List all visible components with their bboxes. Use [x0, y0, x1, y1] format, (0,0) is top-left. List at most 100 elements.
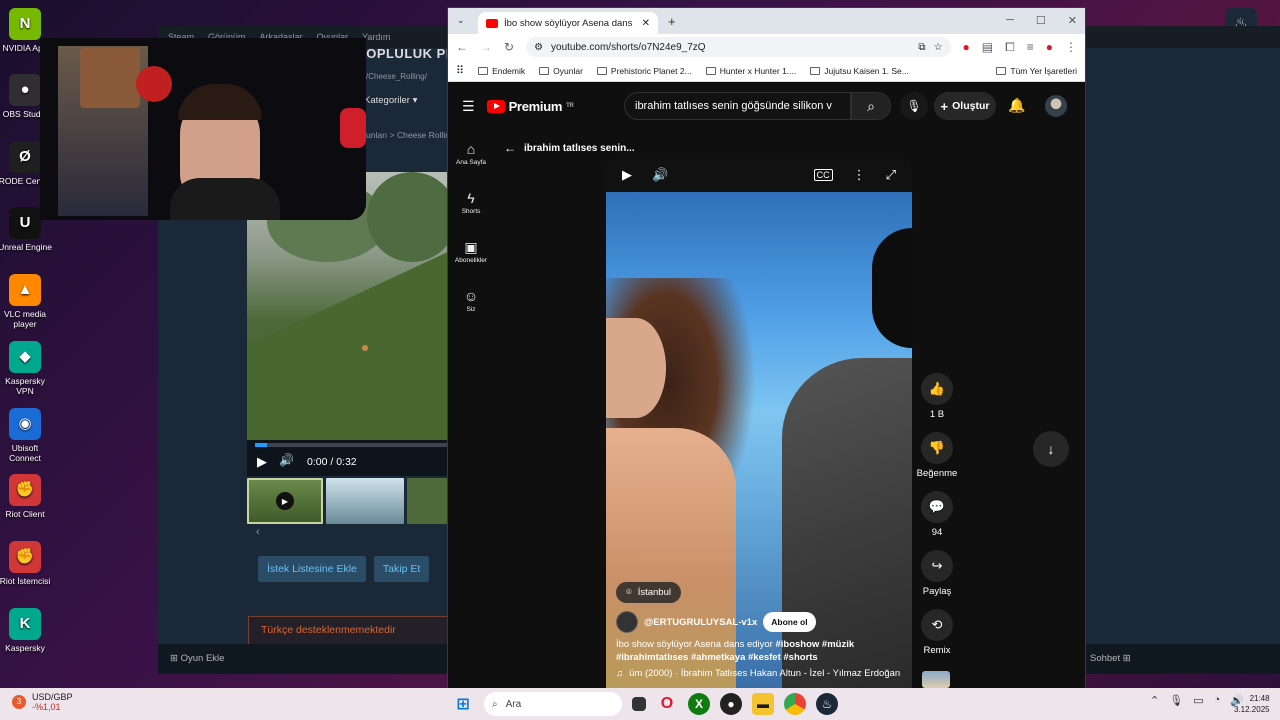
desktop-icon[interactable]: ▲ VLC media player [0, 274, 53, 329]
bookmark-item[interactable]: Oyunlar [539, 66, 583, 76]
comment-icon[interactable]: 💬 [921, 491, 953, 523]
clock[interactable]: 21:48 3.12.2025 [1234, 693, 1270, 715]
desktop-icon[interactable]: ✊ Riot İstemcisi [0, 541, 53, 586]
bookmark-item[interactable]: Hunter x Hunter 1.... [705, 66, 796, 76]
avatar[interactable] [1045, 95, 1067, 117]
short-action[interactable]: 👎 Beğenme [914, 432, 960, 491]
remix-thumbnail[interactable] [922, 671, 950, 688]
notifications-icon[interactable]: 🔔 [1008, 97, 1025, 114]
play-icon[interactable]: ▶ [622, 167, 632, 183]
hamburger-icon[interactable]: ☰ [462, 98, 475, 115]
hashtags-line-2[interactable]: #ibrahimtatlıses #ahmetkaya #kesfet #sho… [616, 652, 818, 663]
back-row[interactable]: ← ibrahim tatlıses senin... [504, 141, 635, 155]
maximize-icon[interactable]: ☐ [1036, 14, 1046, 27]
share-icon[interactable]: ↪ [921, 550, 953, 582]
profile-icon[interactable]: ● [1046, 40, 1053, 54]
chevron-left-icon[interactable]: ‹ [256, 526, 260, 538]
xbox-taskbar-icon[interactable]: X [688, 693, 710, 715]
windows-start-icon[interactable]: ⊞ [452, 693, 474, 715]
active-tab[interactable]: İbo show söylüyor Asena dans ✕ [478, 12, 658, 34]
opera-icon[interactable]: ● [963, 40, 970, 54]
like-icon[interactable]: 👍 [921, 373, 953, 405]
apps-icon[interactable]: ⠿ [456, 64, 464, 77]
media-icon[interactable]: ≡ [1027, 40, 1034, 54]
sidebar-item[interactable]: ϟ Shorts [448, 186, 494, 235]
more-icon[interactable]: ⋮ [853, 167, 866, 183]
back-arrow-icon[interactable]: ← [504, 141, 516, 155]
install-icon[interactable]: ⧉ [918, 42, 925, 53]
sidebar-item[interactable]: ▣ Abonelikler [448, 235, 494, 284]
volume-icon[interactable]: 🔊 [652, 167, 668, 183]
short-action[interactable]: ↪ Paylaş [914, 550, 960, 609]
sidebar-item[interactable]: ☺ Siz [448, 284, 494, 333]
bookmark-item[interactable]: Prehistoric Planet 2... [596, 66, 692, 76]
opera-taskbar-icon[interactable]: O [656, 693, 678, 715]
new-tab-icon[interactable]: + [668, 14, 676, 29]
voice-search-button[interactable]: 🎙 [900, 92, 928, 120]
shorts-player[interactable]: ▶ 🔊 CC ⋮ ⤢ ⌾ İstanbul @ERTUGRULUYSAL-v1x… [606, 158, 912, 688]
minimize-icon[interactable]: ─ [1006, 14, 1014, 27]
desktop-icon[interactable]: ✊ Riot Client [0, 474, 53, 519]
thumbnail-video[interactable]: ▶ [247, 478, 323, 524]
desktop-icon[interactable]: K Kaspersky [0, 608, 53, 653]
taskbar-search[interactable]: ⌕ Ara [484, 692, 622, 716]
channel-avatar[interactable] [616, 611, 638, 633]
add-game-button[interactable]: ⊞ Oyun Ekle [170, 653, 224, 664]
volume-icon[interactable]: 🔊 [279, 453, 294, 467]
steam-categories[interactable]: Kategoriler ▾ [364, 95, 417, 106]
bookmark-item[interactable]: Endemik [478, 66, 525, 76]
app-taskbar-icon[interactable]: ● [720, 693, 742, 715]
thumbnail-image[interactable] [326, 478, 404, 524]
next-short-button[interactable]: ↓ [1033, 431, 1069, 467]
steam-nav[interactable]: TOPLULUK PR [358, 46, 456, 61]
task-view-icon[interactable] [632, 697, 646, 711]
close-icon[interactable]: ✕ [1068, 14, 1077, 27]
bookmark-star-icon[interactable]: ☆ [934, 42, 943, 53]
display-icon[interactable]: ▭ [1193, 694, 1203, 707]
reload-icon[interactable]: ↻ [504, 40, 514, 54]
chat-button[interactable]: Sohbet ⊞ [1090, 653, 1131, 664]
bookmark-item[interactable]: Jujutsu Kaisen 1. Se... [810, 66, 909, 76]
short-action[interactable]: 💬 94 [914, 491, 960, 550]
steam-menu-item[interactable]: Yardım [362, 32, 390, 42]
dislike-icon[interactable]: 👎 [921, 432, 953, 464]
search-button[interactable]: ⌕ [851, 92, 891, 120]
menu-icon[interactable]: ⋮ [1065, 40, 1077, 54]
remix-icon[interactable]: ⟲ [921, 609, 953, 641]
file-explorer-icon[interactable]: ▬ [752, 693, 774, 715]
steam-progress[interactable] [255, 443, 450, 447]
mic-icon[interactable]: 🎙 [1169, 694, 1183, 707]
close-tab-icon[interactable]: ✕ [642, 18, 650, 29]
music-row[interactable]: ♫ üm (2000) · İbrahim Tatlıses Hakan Alt… [616, 668, 900, 679]
tab-search-icon[interactable]: ⌄ [457, 15, 465, 26]
search-input[interactable]: ibrahim tatlıses senin göğsünde silikon … [624, 92, 851, 120]
follow-button[interactable]: Takip Et [373, 556, 430, 582]
site-info-icon[interactable]: ⚙ [534, 42, 543, 53]
location-chip[interactable]: ⌾ İstanbul [616, 582, 681, 603]
create-button[interactable]: + Oluştur [934, 92, 996, 120]
wishlist-button[interactable]: İstek Listesine Ekle [258, 556, 366, 582]
chevron-up-icon[interactable]: ⌃ [1150, 694, 1159, 707]
back-icon[interactable]: ← [456, 40, 468, 54]
channel-name[interactable]: @ERTUGRULUYSAL-v1x [644, 617, 757, 628]
short-action[interactable]: ⟲ Remix [914, 609, 960, 668]
captions-icon[interactable]: CC [813, 169, 833, 181]
youtube-logo[interactable]: Premium TR [486, 99, 574, 114]
desktop-icon[interactable]: ◉ Ubisoft Connect [0, 408, 53, 463]
hashtags-line-1[interactable]: #iboshow #müzik [775, 639, 854, 650]
reader-icon[interactable]: ▤ [982, 40, 993, 54]
sidebar-item[interactable]: ⌂ Ana Sayfa [448, 137, 494, 186]
all-bookmarks[interactable]: Tüm Yer İşaretleri [996, 66, 1077, 76]
play-icon[interactable]: ▶ [257, 454, 267, 470]
extensions-icon[interactable]: ⧠ [1005, 40, 1015, 55]
stock-widget[interactable]: 3 USD/GBP -%1,01 [12, 692, 73, 712]
forward-icon[interactable]: → [480, 40, 492, 54]
address-bar[interactable]: ⚙ youtube.com/shorts/o7N24e9_7zQ ⧉ ☆ [526, 37, 951, 57]
fullscreen-icon[interactable]: ⤢ [886, 167, 896, 183]
chrome-taskbar-icon[interactable] [784, 693, 806, 715]
desktop-icon[interactable]: ◆ Kaspersky VPN [0, 341, 53, 396]
steam-taskbar-icon[interactable]: ♨ [816, 693, 838, 715]
subscribe-button[interactable]: Abone ol [763, 612, 816, 632]
network-icon[interactable]: ◔ [1214, 694, 1221, 707]
short-action[interactable]: 👍 1 B [914, 373, 960, 432]
